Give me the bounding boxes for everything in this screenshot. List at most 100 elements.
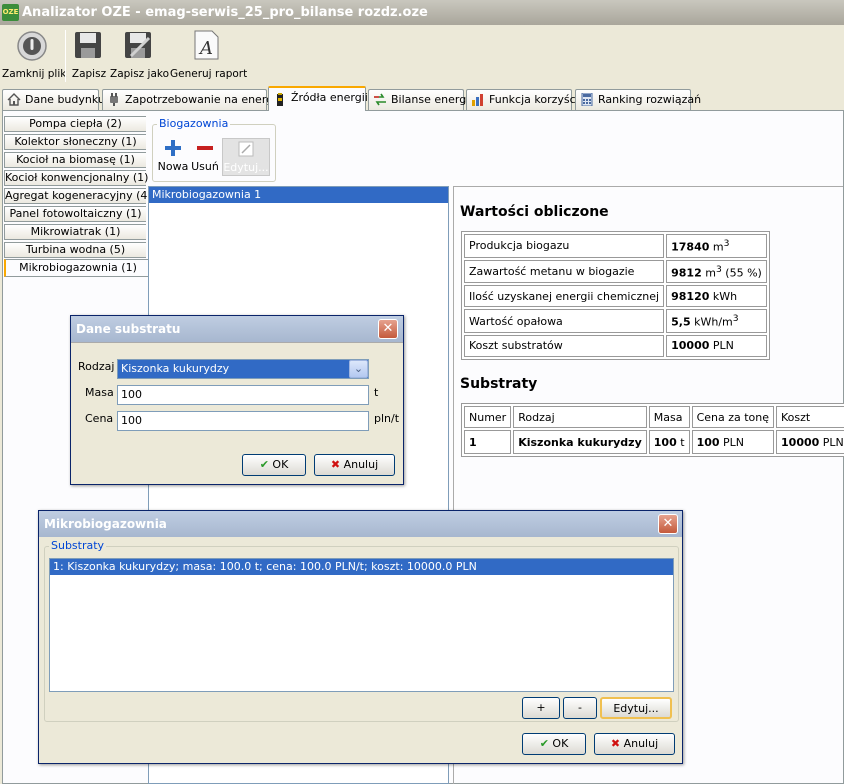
close-file-label: Zamknij plik — [2, 68, 67, 80]
save-label: Zapisz — [71, 68, 107, 80]
table-row: Koszt substratów 10000 PLN — [464, 334, 767, 357]
source-item[interactable]: Agregat kogeneracyjny (4) — [4, 188, 152, 204]
check-icon: ✔ — [259, 458, 269, 471]
generate-report-label: Generuj raport — [170, 68, 248, 80]
edit-icon — [238, 141, 254, 157]
ok-button[interactable]: ✔ OK — [242, 454, 306, 476]
type-select-value: Kiszonka kukurydzy — [121, 362, 230, 375]
source-item[interactable]: Pompa ciepła (2) — [4, 116, 146, 132]
biogas-list-item[interactable]: Mikrobiogazownia 1 — [149, 187, 448, 203]
close-icon[interactable]: ✕ — [658, 514, 678, 534]
new-button[interactable]: Nowa — [156, 138, 190, 176]
cell-mass: 100 t — [648, 430, 690, 454]
table-row: Wartość opałowa 5,5 kWh/m3 — [464, 309, 767, 333]
dialog-title: Dane substratu — [76, 322, 181, 336]
price-unit: pln/t — [374, 412, 400, 425]
cancel-button[interactable]: ✖ Anuluj — [314, 454, 395, 476]
chart-icon — [472, 94, 483, 106]
plug-icon — [110, 93, 118, 106]
ok-button[interactable]: ✔ OK — [522, 733, 586, 755]
check-icon: ✔ — [539, 737, 549, 750]
row-value: 98120 kWh — [666, 285, 767, 308]
type-select[interactable]: Kiszonka kukurydzy — [117, 359, 369, 379]
price-input[interactable]: 100 — [117, 411, 369, 431]
arrows-icon — [374, 93, 386, 106]
save-button[interactable]: Zapisz — [70, 28, 108, 84]
delete-button[interactable]: Usuń — [190, 138, 220, 176]
tab-label: Zapotrzebowanie na energię — [125, 93, 283, 106]
price-label: Cena — [85, 412, 114, 425]
window-title: Analizator OZE - emag-serwis_25_pro_bila… — [22, 5, 428, 20]
row-label: Produkcja biogazu — [464, 234, 665, 258]
substrates-list[interactable]: 1: Kiszonka kukurydzy; masa: 100.0 t; ce… — [49, 558, 674, 692]
tab-label: Funkcja korzyści — [489, 93, 579, 106]
edit-button[interactable]: Edytuj... — [222, 138, 270, 176]
dialog-titlebar: Dane substratu — [71, 316, 403, 342]
remove-substrate-button[interactable]: - — [563, 697, 597, 719]
tab-ranking[interactable]: Ranking rozwiązań — [575, 89, 701, 110]
column-header: Numer — [464, 406, 512, 428]
window-titlebar: Analizator OZE - emag-serwis_25_pro_bila… — [0, 0, 844, 25]
source-item[interactable]: Kolektor słoneczny (1) — [4, 134, 146, 150]
svg-text:A: A — [198, 38, 213, 59]
tab-energy-balance[interactable]: Bilanse energii — [368, 89, 472, 110]
cell-type: Kiszonka kukurydzy — [513, 430, 647, 454]
source-item[interactable]: Kocioł na biomasę (1) — [4, 152, 146, 168]
delete-label: Usuń — [191, 160, 219, 173]
close-file-button[interactable]: Zamknij plik — [2, 28, 67, 84]
save-as-button[interactable]: Zapisz jako — [110, 28, 170, 84]
row-label: Zawartość metanu w biogazie — [464, 259, 665, 284]
mass-input[interactable]: 100 — [117, 385, 369, 405]
house-icon — [7, 93, 21, 106]
source-item-microbiogas[interactable]: Mikrobiogazownia (1) — [4, 259, 150, 277]
source-item[interactable]: Turbina wodna (5) — [4, 242, 146, 258]
cell-price: 100 PLN — [691, 430, 775, 454]
table-row: Produkcja biogazu 17840 m3 — [464, 234, 767, 258]
mass-label: Masa — [85, 386, 114, 399]
row-value: 17840 m3 — [666, 234, 767, 258]
tab-energy-sources[interactable]: Źródła energii — [268, 86, 368, 111]
tab-benefit-function[interactable]: Funkcja korzyści — [466, 89, 579, 110]
save-as-label: Zapisz jako — [110, 68, 170, 80]
dialog-title: Mikrobiogazownia — [44, 517, 167, 531]
generate-report-button[interactable]: A Generuj raport — [170, 28, 248, 84]
calculator-icon — [581, 93, 593, 106]
close-icon[interactable]: ✕ — [378, 319, 398, 339]
row-value: 10000 PLN — [666, 334, 767, 357]
tab-label: Ranking rozwiązań — [598, 93, 702, 106]
toolbar-separator — [65, 30, 66, 82]
chevron-down-icon[interactable]: ⌄ — [349, 360, 368, 378]
table-row: Ilość uzyskanej energii chemicznej 98120… — [464, 285, 767, 308]
plus-icon — [165, 140, 181, 156]
tab-label: Dane budynku — [25, 93, 105, 106]
tab-building-data[interactable]: Dane budynku — [2, 89, 105, 110]
table-row: 1 Kiszonka kukurydzy 100 t 100 PLN 10000… — [464, 430, 844, 454]
source-item[interactable]: Mikrowiatrak (1) — [4, 224, 146, 240]
floppy-pen-icon — [125, 32, 151, 58]
floppy-icon — [75, 32, 101, 58]
substrate-data-dialog: Dane substratu ✕ Rodzaj Kiszonka kukuryd… — [70, 315, 404, 485]
app-icon: OZE — [2, 4, 19, 21]
cancel-button[interactable]: ✖ Anuluj — [594, 733, 675, 755]
battery-icon — [277, 93, 283, 106]
edit-substrate-button[interactable]: Edytuj... — [600, 697, 672, 719]
tab-label: Bilanse energii — [391, 93, 473, 106]
source-item[interactable]: Kocioł konwencjonalny (1) — [4, 170, 148, 186]
table-header-row: Numer Rodzaj Masa Cena za tonę Koszt — [464, 406, 844, 428]
source-item[interactable]: Panel fotowoltaiczny (1) — [4, 206, 146, 222]
cell-number: 1 — [464, 430, 512, 454]
column-header: Cena za tonę — [691, 406, 775, 428]
tab-energy-demand[interactable]: Zapotrzebowanie na energię — [102, 89, 283, 110]
add-substrate-button[interactable]: + — [522, 697, 560, 719]
row-value: 5,5 kWh/m3 — [666, 309, 767, 333]
row-label: Ilość uzyskanej energii chemicznej — [464, 285, 665, 308]
cell-cost: 10000 PLN — [776, 430, 844, 454]
report-icon: A — [194, 30, 219, 60]
x-icon: ✖ — [330, 458, 341, 471]
new-label: Nowa — [157, 160, 189, 173]
biogas-group-title: Biogazownia — [157, 117, 231, 130]
column-header: Koszt — [776, 406, 844, 428]
substrates-table: Numer Rodzaj Masa Cena za tonę Koszt 1 K… — [461, 403, 844, 457]
substrate-list-item[interactable]: 1: Kiszonka kukurydzy; masa: 100.0 t; ce… — [50, 559, 673, 575]
row-label: Wartość opałowa — [464, 309, 665, 333]
